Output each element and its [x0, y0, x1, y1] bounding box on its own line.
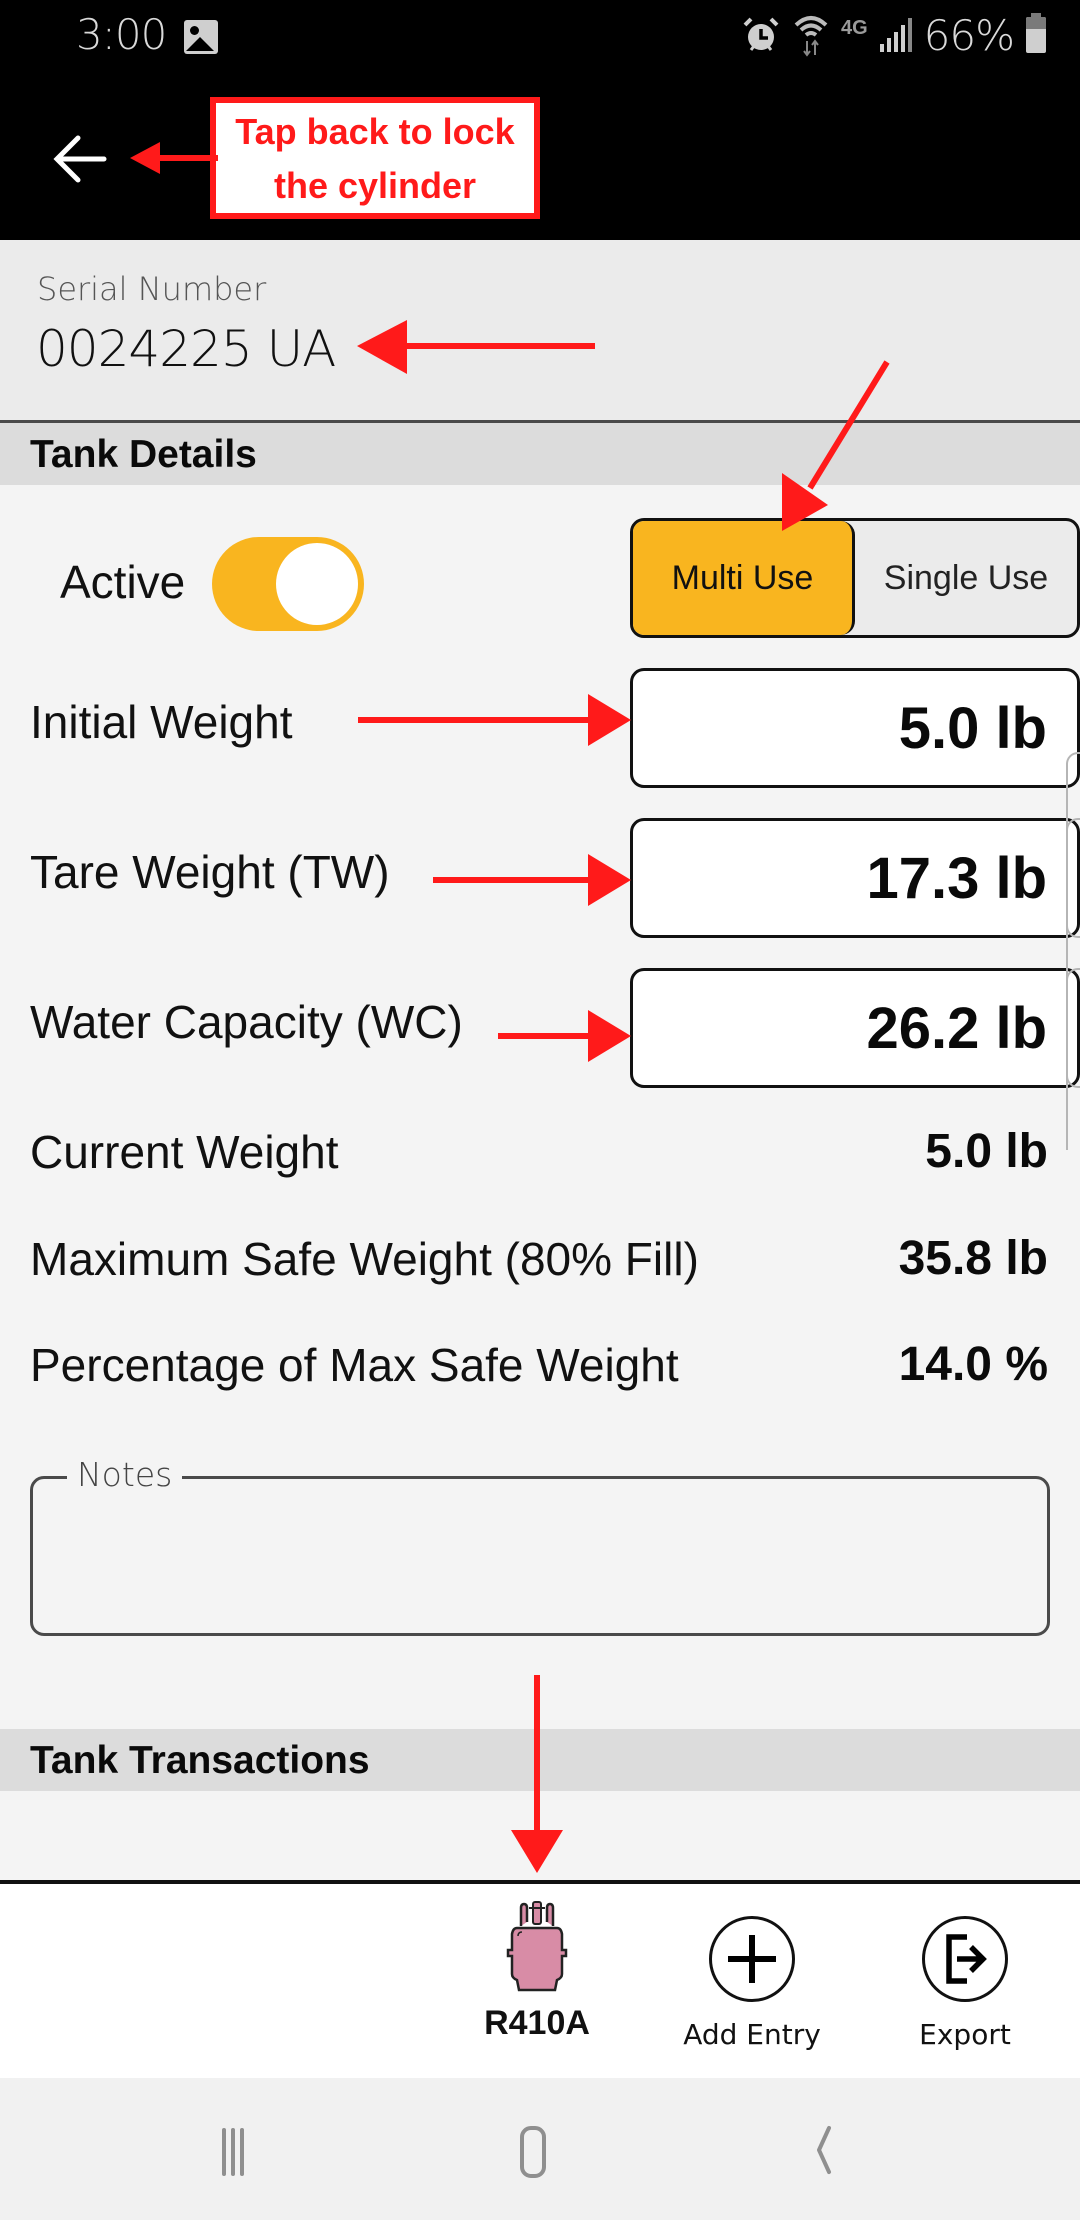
add-entry-button[interactable]: Add Entry: [652, 1884, 852, 2078]
system-back-button[interactable]: [805, 2118, 895, 2188]
tank-details-header: Tank Details: [0, 423, 1080, 485]
tank-transactions-header: Tank Transactions: [0, 1729, 1080, 1791]
initial-weight-input[interactable]: 5.0 lb: [630, 668, 1080, 788]
use-type-segmented-control: Multi Use Single Use: [630, 518, 1080, 638]
home-button[interactable]: [499, 2118, 589, 2188]
status-time: 3:00: [76, 10, 167, 59]
wifi-icon: [794, 16, 828, 57]
notes-field[interactable]: Notes: [30, 1455, 1050, 1636]
water-capacity-input[interactable]: 26.2 lb: [630, 968, 1080, 1088]
bottom-action-bar: R410A Add Entry Export: [0, 1884, 1080, 2078]
segment-multi-use[interactable]: Multi Use: [633, 521, 855, 635]
scroll-ghost-line: [1066, 770, 1068, 1150]
initial-weight-label: Initial Weight: [30, 696, 293, 748]
water-capacity-label: Water Capacity (WC): [30, 996, 463, 1048]
tank-transactions-title: Tank Transactions: [30, 1739, 370, 1782]
serial-value: 0024225 UA: [36, 320, 336, 378]
scroll-ghost: [1066, 818, 1080, 938]
max-safe-weight-value: 35.8 lb: [898, 1232, 1048, 1285]
export-button[interactable]: Export: [865, 1884, 1065, 2078]
tank-details-title: Tank Details: [30, 433, 257, 476]
signal-icon: [879, 18, 912, 52]
annotation-arrow-initial: [358, 694, 631, 746]
export-label: Export: [919, 2018, 1011, 2051]
annotation-arrow-water: [498, 1010, 631, 1062]
add-entry-label: Add Entry: [683, 2018, 821, 2051]
gallery-icon: [184, 20, 218, 54]
annotation-callout: Tap back to lock the cylinder: [210, 97, 540, 219]
segment-single-use[interactable]: Single Use: [855, 521, 1077, 635]
home-icon: [520, 2126, 546, 2178]
max-safe-weight-label: Maximum Safe Weight (80% Fill): [30, 1233, 699, 1285]
app-bar: [0, 75, 1080, 240]
notes-input[interactable]: [33, 1479, 1047, 1633]
refrigerant-cylinder-icon: [506, 1901, 568, 1992]
scroll-ghost: [1066, 968, 1080, 1088]
refrigerant-button[interactable]: R410A: [437, 1884, 637, 2078]
status-icons: 4G 66%: [741, 10, 1046, 60]
network-type: 4G: [840, 16, 868, 39]
refrigerant-label: R410A: [484, 2004, 590, 2042]
recent-apps-icon: [222, 2128, 244, 2176]
tare-weight-input[interactable]: 17.3 lb: [630, 818, 1080, 938]
battery-icon: [1026, 13, 1046, 53]
system-nav-bar: [0, 2078, 1080, 2220]
serial-section: Serial Number 0024225 UA: [0, 240, 1080, 420]
annotation-arrow-tare: [433, 854, 631, 906]
scroll-ghost: [1066, 752, 1080, 784]
battery-percent: 66%: [923, 10, 1015, 60]
plus-circle-icon: [709, 1916, 795, 2002]
current-weight-label: Current Weight: [30, 1126, 339, 1178]
export-icon: [922, 1916, 1008, 2002]
arrow-left-icon: [53, 135, 107, 183]
percent-max-safe-value: 14.0 %: [898, 1338, 1048, 1391]
current-weight-value: 5.0 lb: [925, 1125, 1048, 1178]
status-bar: 3:00 4G 66%: [0, 0, 1080, 75]
tare-weight-label: Tare Weight (TW): [30, 846, 390, 898]
back-chevron-icon: [817, 2126, 831, 2174]
active-toggle[interactable]: [212, 537, 364, 631]
back-button[interactable]: [40, 119, 120, 199]
active-label: Active: [60, 556, 186, 608]
percent-max-safe-label: Percentage of Max Safe Weight: [30, 1339, 679, 1391]
recent-apps-button[interactable]: [197, 2118, 287, 2188]
notes-label: Notes: [67, 1455, 183, 1494]
toggle-knob: [276, 543, 358, 625]
serial-label: Serial Number: [37, 270, 267, 308]
alarm-icon: [743, 17, 779, 51]
